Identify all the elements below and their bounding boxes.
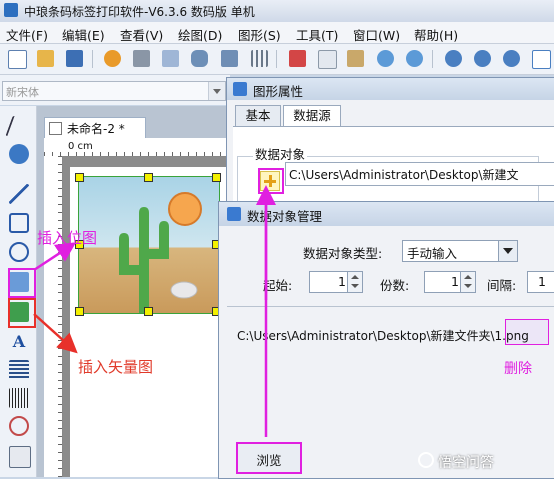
- watermark-icon: [418, 452, 434, 468]
- annotation-arrows: [33, 185, 276, 437]
- arrow-to-image: [33, 242, 77, 272]
- arrow-to-vector-label: [33, 313, 78, 354]
- watermark-text: 悟空问答: [438, 455, 494, 471]
